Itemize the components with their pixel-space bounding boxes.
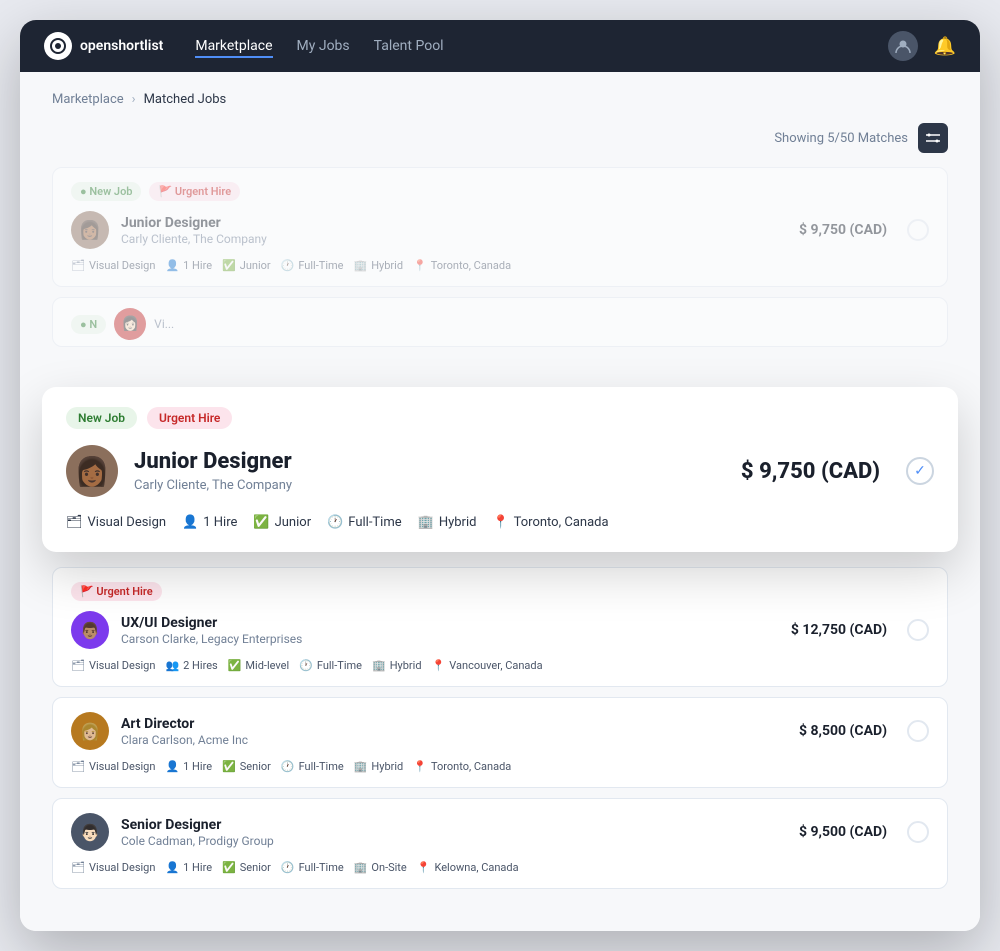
- job-card-5-subtitle: Cole Cadman, Prodigy Group: [121, 834, 787, 848]
- expanded-tags: 🗂Visual Design 👤1 Hire ✅Junior 🕐Full-Tim…: [66, 515, 934, 530]
- expanded-badges: New Job Urgent Hire: [66, 407, 934, 429]
- browser-window: openshortlist Marketplace My Jobs Talent…: [20, 20, 980, 931]
- job-card-4-tags: 🗂Visual Design 👤1 Hire ✅Senior 🕐Full-Tim…: [71, 760, 929, 773]
- job-card-1-body: 👩🏾 Junior Designer Carly Cliente, The Co…: [71, 211, 929, 249]
- expanded-body: 👩🏾 Junior Designer Carly Cliente, The Co…: [66, 445, 934, 497]
- main-content: Marketplace › Matched Jobs Showing 5/50 …: [20, 72, 980, 931]
- badge-urgent-1: 🚩 Urgent Hire: [149, 182, 240, 201]
- expanded-card[interactable]: New Job Urgent Hire 👩🏾 Junior Designer C…: [42, 387, 958, 552]
- job-card-5-tags: 🗂Visual Design 👤1 Hire ✅Senior 🕐Full-Tim…: [71, 861, 929, 874]
- navbar: openshortlist Marketplace My Jobs Talent…: [20, 20, 980, 72]
- expanded-price: $ 9,750 (CAD): [741, 459, 880, 484]
- job-card-1-tags: 🗂Visual Design 👤1 Hire ✅Junior 🕐Full-Tim…: [71, 259, 929, 272]
- logo-text: openshortlist: [80, 38, 163, 54]
- job-card-2[interactable]: ● N 👩🏻 Vi...: [52, 297, 948, 347]
- expanded-badge-urgent: Urgent Hire: [147, 407, 232, 429]
- job-card-4-body: 👩🏼 Art Director Clara Carlson, Acme Inc …: [71, 712, 929, 750]
- expanded-title: Junior Designer: [134, 449, 725, 475]
- expanded-badge-new: New Job: [66, 407, 137, 429]
- exp-tag-level: ✅Junior: [253, 515, 311, 530]
- tag-level-1: ✅Junior: [222, 259, 271, 272]
- badge-new-2: ● N: [71, 315, 106, 334]
- expanded-subtitle: Carly Cliente, The Company: [134, 478, 725, 493]
- job-card-3[interactable]: 🚩 Urgent Hire 👨🏽 UX/UI Designer Carson C…: [52, 567, 948, 687]
- tag-work-1: 🏢Hybrid: [353, 259, 403, 272]
- job-card-4-info: Art Director Clara Carlson, Acme Inc: [121, 716, 787, 747]
- job-card-3-title: UX/UI Designer: [121, 615, 779, 631]
- nav-links: Marketplace My Jobs Talent Pool: [195, 34, 443, 58]
- badge-new-1: ● New Job: [71, 182, 141, 201]
- job-card-4-subtitle: Clara Carlson, Acme Inc: [121, 733, 787, 747]
- exp-tag-type: 🕐Full-Time: [327, 515, 402, 530]
- job-card-3-match[interactable]: [907, 619, 929, 641]
- tag-type-1: 🕐Full-Time: [281, 259, 344, 272]
- job-card-4-title: Art Director: [121, 716, 787, 732]
- notification-bell[interactable]: 🔔: [934, 36, 956, 57]
- job-card-5-body: 👨🏻 Senior Designer Cole Cadman, Prodigy …: [71, 813, 929, 851]
- job-card-1-avatar: 👩🏾: [71, 211, 109, 249]
- job-card-3-header: 🚩 Urgent Hire: [71, 582, 929, 601]
- job-card-3-avatar: 👨🏽: [71, 611, 109, 649]
- job-card-3-price: $ 12,750 (CAD): [791, 622, 887, 638]
- tag-location-1: 📍Toronto, Canada: [413, 259, 511, 272]
- exp-tag-hire: 👤1 Hire: [182, 515, 237, 530]
- filter-button[interactable]: [918, 123, 948, 153]
- nav-right: 🔔: [888, 31, 956, 61]
- nav-link-myjobs[interactable]: My Jobs: [297, 34, 350, 58]
- job-card-3-info: UX/UI Designer Carson Clarke, Legacy Ent…: [121, 615, 779, 646]
- nav-link-talentpool[interactable]: Talent Pool: [374, 34, 444, 58]
- job-card-3-body: 👨🏽 UX/UI Designer Carson Clarke, Legacy …: [71, 611, 929, 649]
- user-avatar[interactable]: [888, 31, 918, 61]
- nav-logo[interactable]: openshortlist: [44, 32, 163, 60]
- top-bar: Showing 5/50 Matches: [52, 123, 948, 153]
- job-card-1-info: Junior Designer Carly Cliente, The Compa…: [121, 215, 787, 246]
- job-card-3-subtitle: Carson Clarke, Legacy Enterprises: [121, 632, 779, 646]
- job-card-4-avatar: 👩🏼: [71, 712, 109, 750]
- job-card-1[interactable]: ● New Job 🚩 Urgent Hire 👩🏾 Junior Design…: [52, 167, 948, 287]
- job-list: ● New Job 🚩 Urgent Hire 👩🏾 Junior Design…: [52, 167, 948, 899]
- job-card-1-match[interactable]: [907, 219, 929, 241]
- nav-link-marketplace[interactable]: Marketplace: [195, 34, 272, 58]
- exp-tag-visual: 🗂Visual Design: [66, 515, 166, 530]
- expanded-check-icon[interactable]: ✓: [906, 457, 934, 485]
- breadcrumb-current: Matched Jobs: [144, 92, 227, 107]
- job-card-5-price: $ 9,500 (CAD): [799, 824, 887, 840]
- badge-urgent-3: 🚩 Urgent Hire: [71, 582, 162, 601]
- breadcrumb: Marketplace › Matched Jobs: [52, 92, 948, 107]
- job-card-5[interactable]: 👨🏻 Senior Designer Cole Cadman, Prodigy …: [52, 798, 948, 889]
- job-card-1-header: ● New Job 🚩 Urgent Hire: [71, 182, 929, 201]
- job-card-5-match[interactable]: [907, 821, 929, 843]
- job-card-4-price: $ 8,500 (CAD): [799, 723, 887, 739]
- breadcrumb-marketplace[interactable]: Marketplace: [52, 92, 124, 107]
- job-card-5-info: Senior Designer Cole Cadman, Prodigy Gro…: [121, 817, 787, 848]
- logo-icon: [44, 32, 72, 60]
- tag-hire-1: 👤1 Hire: [165, 259, 212, 272]
- showing-text: Showing 5/50 Matches: [774, 131, 908, 146]
- exp-tag-work: 🏢Hybrid: [418, 515, 477, 530]
- job-card-2-partial: Vi...: [154, 317, 174, 331]
- job-card-4-match[interactable]: [907, 720, 929, 742]
- exp-tag-location: 📍Toronto, Canada: [492, 515, 608, 530]
- job-card-2-avatar: 👩🏻: [114, 308, 146, 340]
- job-card-1-subtitle: Carly Cliente, The Company: [121, 232, 787, 246]
- expanded-info: Junior Designer Carly Cliente, The Compa…: [134, 449, 725, 493]
- breadcrumb-separator: ›: [132, 92, 136, 107]
- tag-visual-design-1: 🗂Visual Design: [71, 259, 155, 272]
- job-card-1-title: Junior Designer: [121, 215, 787, 231]
- job-card-5-avatar: 👨🏻: [71, 813, 109, 851]
- job-card-3-tags: 🗂Visual Design 👥2 Hires ✅Mid-level 🕐Full…: [71, 659, 929, 672]
- job-card-5-title: Senior Designer: [121, 817, 787, 833]
- expanded-avatar: 👩🏾: [66, 445, 118, 497]
- job-card-4[interactable]: 👩🏼 Art Director Clara Carlson, Acme Inc …: [52, 697, 948, 788]
- job-card-1-price: $ 9,750 (CAD): [799, 222, 887, 238]
